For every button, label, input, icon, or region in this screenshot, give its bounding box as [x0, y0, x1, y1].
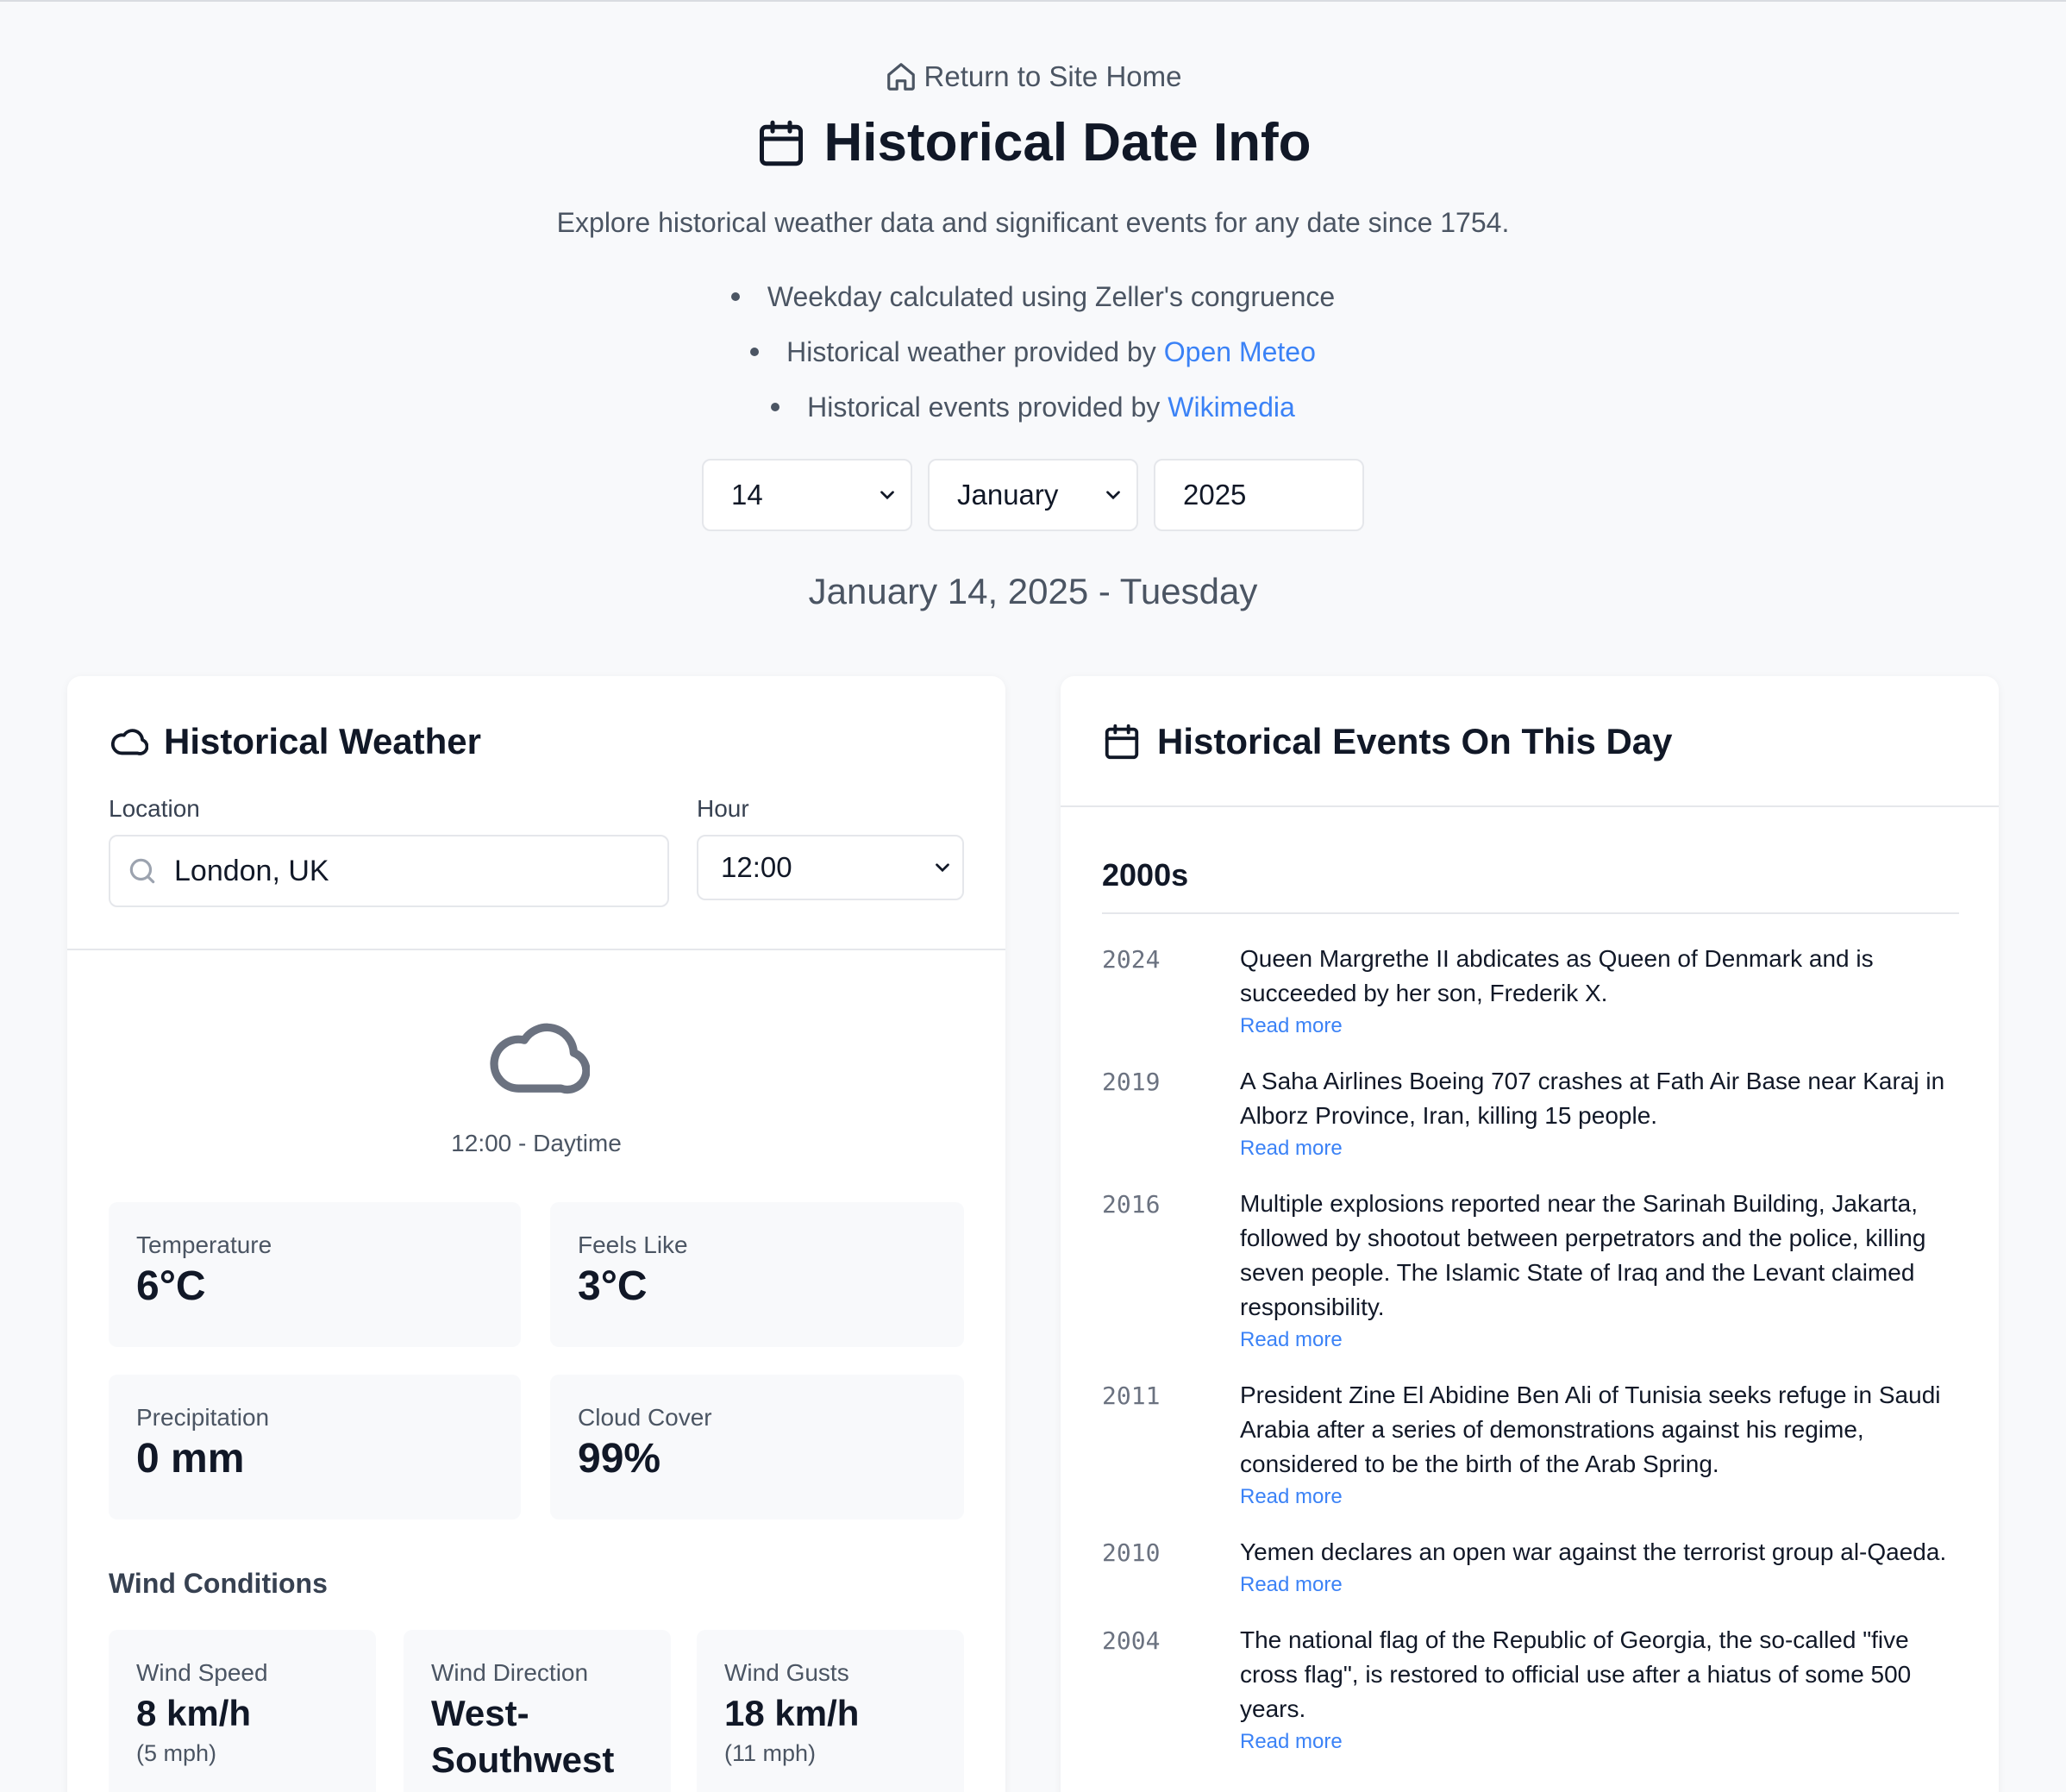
page-title: Historical Date Info: [0, 112, 2066, 173]
temperature-stat: Temperature 6°C: [109, 1202, 521, 1347]
event-text: Yemen declares an open war against the t…: [1240, 1538, 1947, 1565]
selected-date-display: January 14, 2025 - Tuesday: [808, 571, 1258, 611]
hour-label: Hour: [697, 795, 749, 822]
page-subtitle: Explore historical weather data and sign…: [556, 207, 1510, 238]
home-icon: [886, 63, 915, 91]
event-text: A Saha Airlines Boeing 707 crashes at Fa…: [1240, 1068, 1945, 1129]
wind-direction-stat: Wind Direction West-Southwest: [404, 1630, 671, 1792]
read-more-link[interactable]: Read more: [1240, 1730, 1343, 1754]
feels-like-stat: Feels Like 3°C: [550, 1202, 964, 1347]
cloud-cover-stat: Cloud Cover 99%: [550, 1375, 964, 1519]
event-text: The national flag of the Republic of Geo…: [1240, 1626, 1912, 1722]
home-link-label: Return to Site Home: [923, 60, 1182, 92]
event-year: 2016: [1102, 1190, 1161, 1219]
event-year: 2011: [1102, 1382, 1161, 1410]
read-more-link[interactable]: Read more: [1240, 1485, 1343, 1509]
calendar-icon: [759, 120, 803, 166]
event-text: Multiple explosions reported near the Sa…: [1240, 1190, 1926, 1320]
list-item: 2024 Queen Margrethe II abdicates as Que…: [1102, 942, 1964, 1038]
events-list: 2024 Queen Margrethe II abdicates as Que…: [1102, 942, 1964, 1754]
info-list: Weekday calculated using Zeller's congru…: [0, 269, 2066, 435]
chevron-down-icon: [1106, 491, 1120, 500]
list-item: 2010 Yemen declares an open war against …: [1102, 1535, 1964, 1597]
divider: [1061, 805, 1999, 807]
list-item: Historical events provided by Wikimedia: [0, 379, 2066, 435]
location-input[interactable]: London, UK: [109, 835, 669, 907]
weather-condition: 12:00 - Daytime: [451, 1130, 622, 1156]
list-item: 2019 A Saha Airlines Boeing 707 crashes …: [1102, 1064, 1964, 1161]
event-year: 2004: [1102, 1626, 1161, 1655]
month-select[interactable]: January: [928, 459, 1138, 531]
year-input[interactable]: 2025: [1154, 459, 1364, 531]
list-item: 2004 The national flag of the Republic o…: [1102, 1623, 1964, 1754]
home-link[interactable]: Return to Site Home: [0, 60, 2066, 93]
day-select[interactable]: 14: [702, 459, 912, 531]
list-item: Weekday calculated using Zeller's congru…: [0, 269, 2066, 324]
page-title-text: Historical Date Info: [823, 113, 1312, 172]
list-item: 2011 President Zine El Abidine Ben Ali o…: [1102, 1378, 1964, 1509]
cloud-icon: [110, 729, 148, 755]
chevron-down-icon: [936, 863, 949, 873]
event-year: 2024: [1102, 945, 1161, 974]
calendar-icon: [1105, 724, 1139, 760]
event-text: President Zine El Abidine Ben Ali of Tun…: [1240, 1382, 1941, 1477]
chevron-down-icon: [880, 491, 894, 500]
hour-select[interactable]: 12:00: [697, 835, 964, 900]
decade-heading: 2000s: [1102, 857, 1189, 893]
wikimedia-link[interactable]: Wikimedia: [1168, 392, 1295, 423]
list-item: Historical weather provided by Open Meteo: [0, 324, 2066, 379]
cloud-icon: [490, 1023, 590, 1094]
date-selector: 14 January 2025: [0, 459, 2066, 531]
event-text: Queen Margrethe II abdicates as Queen of…: [1240, 945, 1874, 1006]
precipitation-stat: Precipitation 0 mm: [109, 1375, 521, 1519]
weather-card-title: Historical Weather: [109, 721, 481, 762]
list-item: 2016 Multiple explosions reported near t…: [1102, 1187, 1964, 1352]
event-year: 2010: [1102, 1538, 1161, 1567]
divider: [1102, 912, 1959, 914]
open-meteo-link[interactable]: Open Meteo: [1164, 336, 1316, 368]
wind-speed-stat: Wind Speed 8 km/h (5 mph): [109, 1630, 376, 1792]
read-more-link[interactable]: Read more: [1240, 1573, 1343, 1597]
wind-gusts-stat: Wind Gusts 18 km/h (11 mph): [697, 1630, 964, 1792]
events-card-title: Historical Events On This Day: [1102, 721, 1673, 762]
read-more-link[interactable]: Read more: [1240, 1328, 1343, 1352]
wind-conditions-title: Wind Conditions: [109, 1568, 328, 1599]
divider: [67, 949, 1005, 950]
read-more-link[interactable]: Read more: [1240, 1137, 1343, 1161]
location-label: Location: [109, 795, 200, 822]
read-more-link[interactable]: Read more: [1240, 1014, 1343, 1038]
event-year: 2019: [1102, 1068, 1161, 1096]
weather-card: Historical Weather Location London, UK H…: [67, 676, 1005, 1792]
events-card: Historical Events On This Day 2000s 2024…: [1061, 676, 1999, 1792]
search-icon: [129, 858, 155, 884]
